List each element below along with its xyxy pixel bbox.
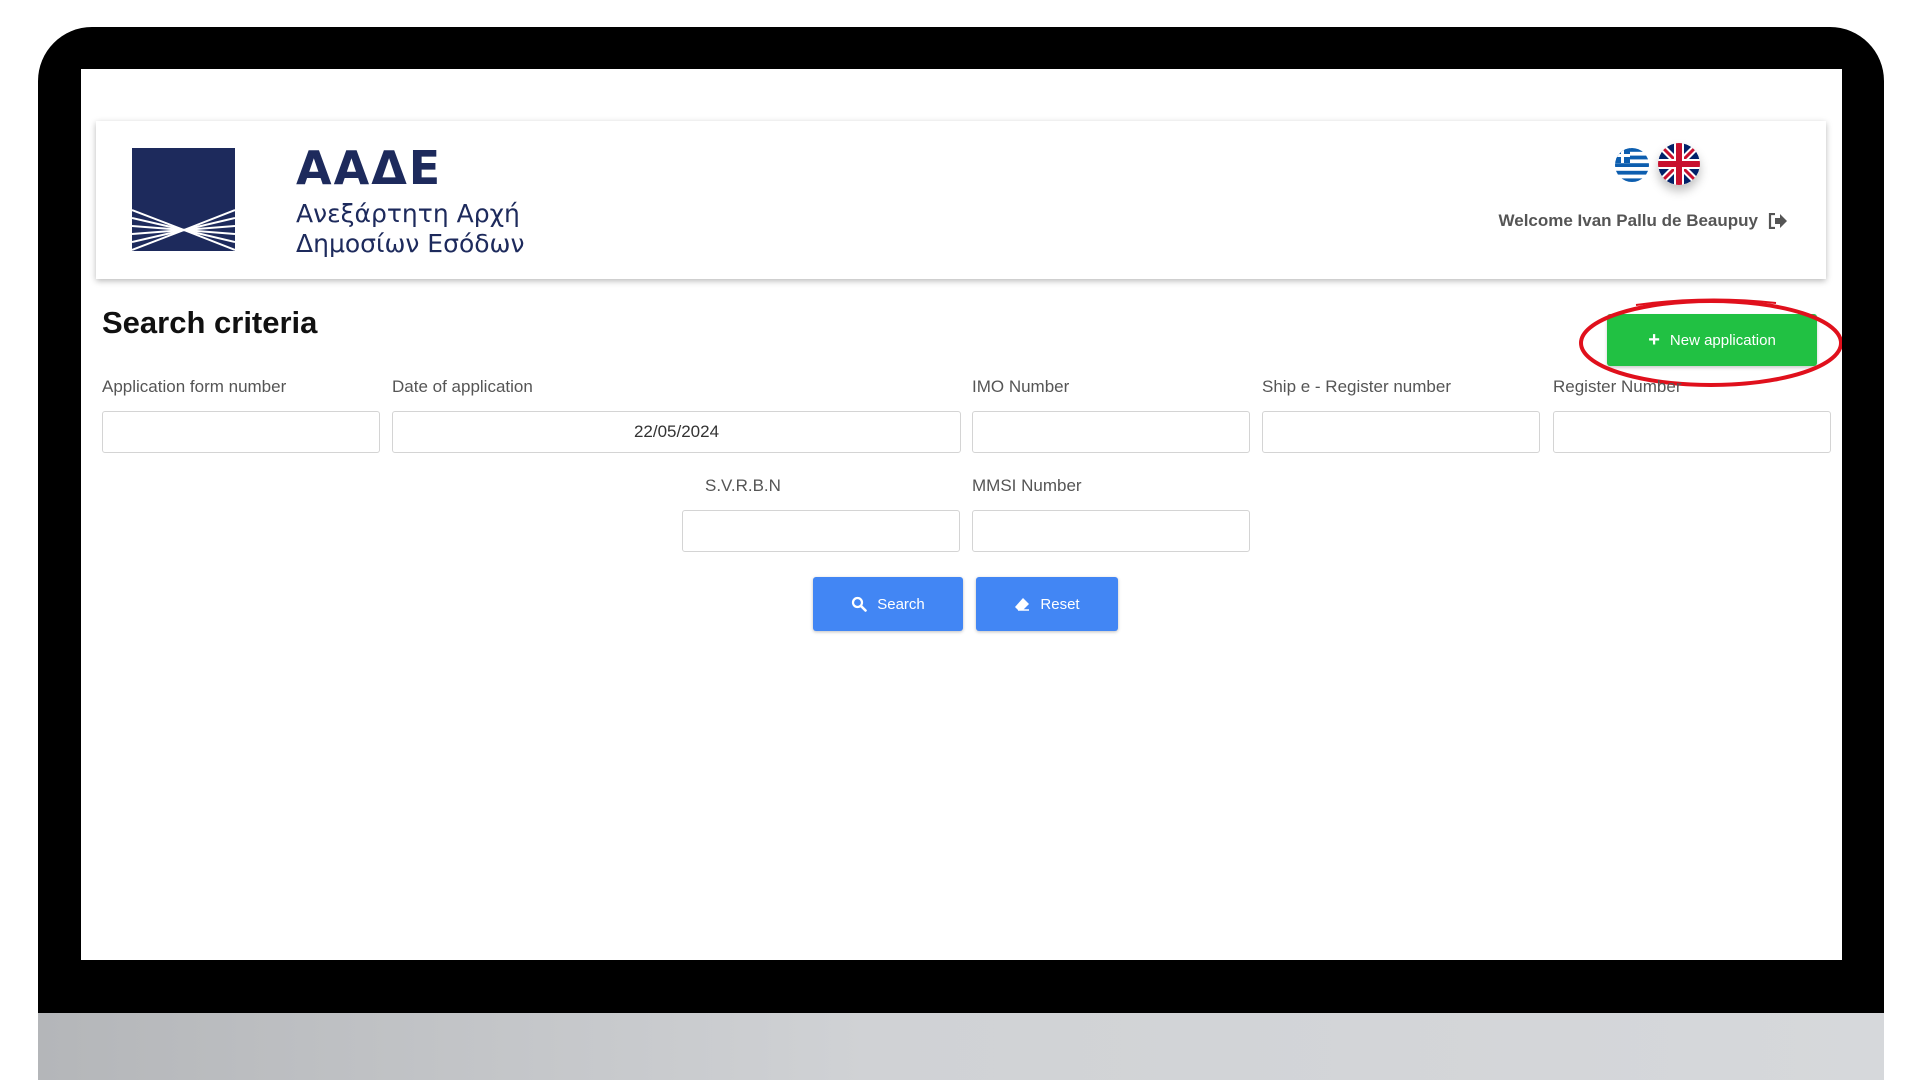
ship-e-register-number-input[interactable] xyxy=(1262,411,1540,453)
svrbn-input[interactable] xyxy=(682,510,960,552)
aade-logo-icon xyxy=(132,148,235,251)
reset-label: Reset xyxy=(1040,595,1080,613)
search-icon xyxy=(852,596,868,612)
new-application-button[interactable]: + New application xyxy=(1607,314,1817,366)
welcome-text: Welcome Ivan Pallu de Beaupuy xyxy=(1498,211,1759,230)
plus-icon: + xyxy=(1648,329,1660,351)
greek-flag-icon[interactable] xyxy=(1615,148,1649,182)
logo-subtitle-line2: Δημοσίων Εσόδων xyxy=(296,229,525,258)
imo-number-label: IMO Number xyxy=(972,377,1070,396)
register-number-input[interactable] xyxy=(1553,411,1831,453)
welcome-user: Welcome Ivan Pallu de Beaupuy xyxy=(1499,211,1789,231)
date-of-application-label: Date of application xyxy=(392,377,533,396)
app-screen: ΑΑΔΕ Ανεξάρτητη Αρχή Δημοσίων Εσόδων Wel… xyxy=(81,69,1842,960)
device-chin xyxy=(38,1013,1884,1080)
logo-subtitle-line1: Ανεξάρτητη Αρχή xyxy=(296,199,520,228)
logo-abbreviation: ΑΑΔΕ xyxy=(296,141,443,195)
search-label: Search xyxy=(877,595,925,613)
search-button[interactable]: Search xyxy=(813,577,963,631)
uk-flag-icon[interactable] xyxy=(1658,143,1700,185)
imo-number-input[interactable] xyxy=(972,411,1250,453)
mmsi-number-label: MMSI Number xyxy=(972,476,1082,495)
register-number-label: Register Number xyxy=(1553,377,1682,396)
date-of-application-input[interactable] xyxy=(392,411,961,453)
application-form-number-label: Application form number xyxy=(102,377,287,396)
mmsi-number-input[interactable] xyxy=(972,510,1250,552)
new-application-label: New application xyxy=(1669,331,1776,349)
eraser-icon xyxy=(1015,598,1030,611)
application-form-number-input[interactable] xyxy=(102,411,380,453)
logout-icon[interactable] xyxy=(1768,213,1788,229)
svrbn-label: S.V.R.B.N xyxy=(705,476,781,495)
ship-e-register-number-label: Ship e - Register number xyxy=(1262,377,1451,396)
page-title: Search criteria xyxy=(102,305,318,340)
site-header: ΑΑΔΕ Ανεξάρτητη Αρχή Δημοσίων Εσόδων Wel… xyxy=(96,121,1826,279)
reset-button[interactable]: Reset xyxy=(976,577,1118,631)
